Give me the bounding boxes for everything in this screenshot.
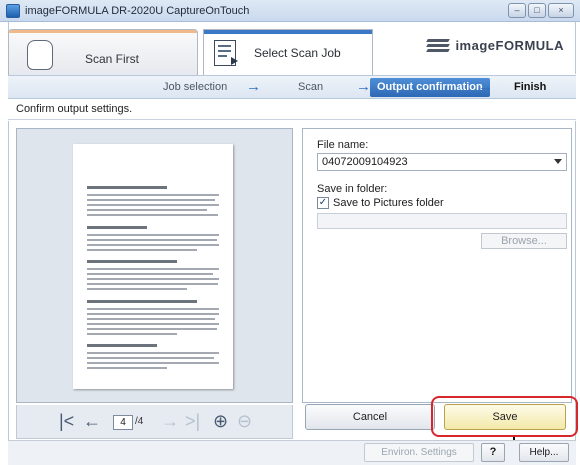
- browse-button[interactable]: Browse...: [481, 233, 567, 249]
- save-highlight-callout: [431, 396, 578, 437]
- file-name-combobox[interactable]: 04072009104923: [317, 153, 567, 171]
- help-button[interactable]: Help...: [519, 443, 569, 462]
- total-pages: /4: [135, 416, 144, 427]
- tab-select-scan-job-label: Select Scan Job: [254, 46, 341, 60]
- next-page-icon[interactable]: →: [161, 411, 179, 431]
- first-page-icon[interactable]: |<: [59, 411, 74, 431]
- zoom-out-icon[interactable]: ⊖: [237, 411, 252, 431]
- minimize-button[interactable]: –: [508, 3, 526, 18]
- checkbox-check-icon[interactable]: ✓: [317, 197, 329, 209]
- page-heading-2: [87, 226, 147, 229]
- folder-path-field[interactable]: [317, 213, 567, 229]
- step-progress-bar: Job selection → Scan → Output confirmati…: [8, 75, 576, 99]
- chevron-down-icon[interactable]: [554, 159, 562, 164]
- hand-icon: [27, 40, 53, 70]
- app-icon: [6, 3, 20, 18]
- page-heading-1: [87, 186, 167, 189]
- step-scan: Scan: [298, 81, 324, 93]
- tab-accent: [9, 30, 197, 33]
- page-heading-3: [87, 260, 177, 263]
- tab-select-scan-job[interactable]: Select Scan Job: [203, 29, 373, 75]
- close-button[interactable]: ×: [548, 3, 574, 18]
- file-name-value: 04072009104923: [322, 156, 408, 168]
- file-name-label: File name:: [317, 139, 369, 151]
- step-finish: Finish: [514, 81, 547, 93]
- brand-name: imageFORMULA: [455, 38, 564, 53]
- page-navigation-bar: |< ← 4 /4 → >| ⊕ ⊖: [16, 405, 293, 439]
- brand-logo: imageFORMULA: [426, 38, 564, 53]
- status-message: Confirm output settings.: [8, 100, 576, 120]
- page-heading-5: [87, 344, 157, 347]
- step-arrow-icon: →: [246, 78, 261, 95]
- step-job-selection: Job selection: [163, 81, 228, 93]
- tab-accent-active: [204, 30, 372, 34]
- scan-preview[interactable]: [16, 128, 293, 403]
- save-in-folder-label: Save in folder:: [317, 183, 388, 195]
- scanned-page-thumbnail: [73, 144, 233, 389]
- step-arrow-icon: →: [356, 78, 371, 95]
- question-button[interactable]: ?: [481, 443, 505, 462]
- step-arrow-icon: →: [478, 78, 493, 95]
- brand-mark-icon: [426, 38, 451, 53]
- previous-page-icon[interactable]: ←: [83, 411, 101, 431]
- window-controls: – □ ×: [508, 3, 574, 18]
- window-title: imageFORMULA DR-2020U CaptureOnTouch: [25, 4, 250, 17]
- maximize-button[interactable]: □: [528, 3, 546, 18]
- save-to-pictures-label: Save to Pictures folder: [333, 197, 444, 209]
- title-bar: imageFORMULA DR-2020U CaptureOnTouch – □…: [0, 0, 580, 22]
- tab-scan-first[interactable]: Scan First: [8, 29, 198, 75]
- page-heading-4: [87, 300, 197, 303]
- cancel-button[interactable]: Cancel: [305, 404, 435, 430]
- save-to-pictures-checkbox[interactable]: ✓ Save to Pictures folder: [317, 197, 444, 209]
- tab-scan-first-label: Scan First: [85, 52, 140, 66]
- step-output-confirmation: Output confirmation: [370, 78, 490, 97]
- environment-settings-button[interactable]: Environ. Settings: [364, 443, 474, 462]
- document-select-icon: [214, 40, 238, 66]
- output-settings-panel: File name: 04072009104923 Save in folder…: [302, 128, 572, 403]
- current-page-input[interactable]: 4: [113, 415, 133, 430]
- zoom-in-icon[interactable]: ⊕: [213, 411, 228, 431]
- last-page-icon[interactable]: >|: [185, 411, 200, 431]
